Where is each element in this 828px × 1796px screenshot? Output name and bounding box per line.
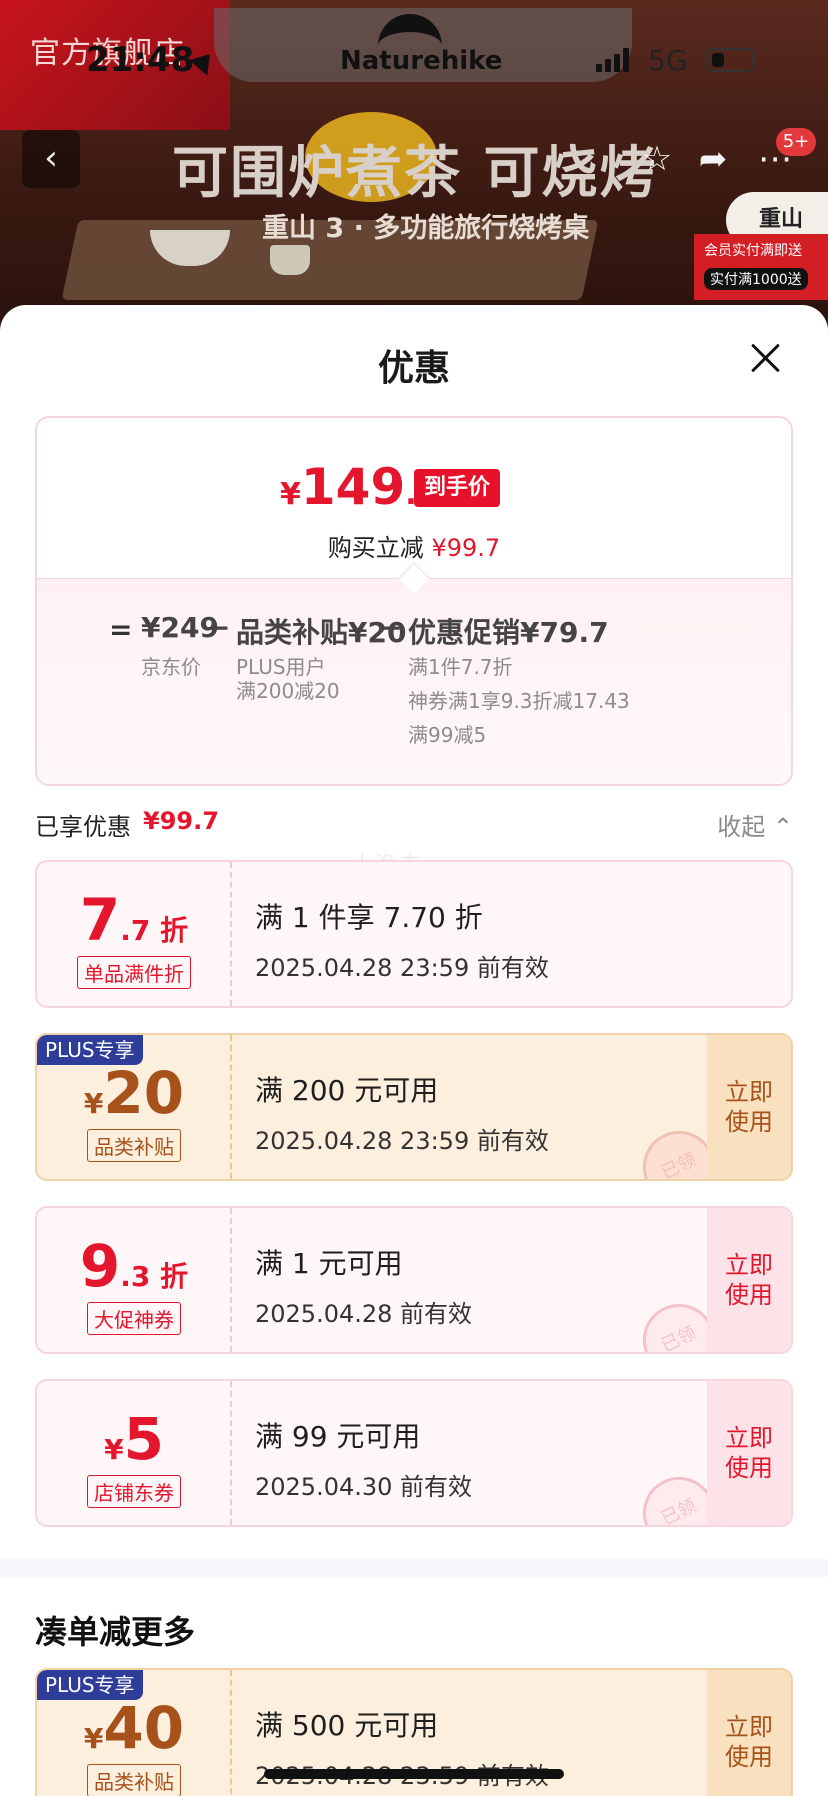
instant-discount-value: ¥99.7 [431,534,501,562]
coupon-divider [230,1208,232,1352]
promo-amount: 优惠促销¥79.7 [408,616,609,649]
coupon-value-area: ¥5 店铺东券 [37,1381,231,1525]
coupon-divider [230,1381,232,1525]
coupon-divider [230,1670,232,1796]
sheet-title: 优惠 [377,348,450,389]
instant-discount-label: 购买立减 [327,534,424,562]
instant-discount: 购买立减 ¥99.7 [37,528,791,563]
summary-top: ¥149.3 到手价 购买立减 ¥99.7 [37,418,791,578]
status-time: 21:48 [86,40,195,80]
plus-badge: PLUS专享 [37,1035,143,1065]
brand-name: Naturehike [340,46,503,76]
coupon-card: ¥20 品类补贴 PLUS专享 满 200 元可用 2025.04.28 23:… [35,1033,793,1181]
enjoyed-value: ¥99.7 [143,807,219,835]
enjoyed-discount-row: 已享优惠 ¥99.7 收起 ⌃ [35,803,793,843]
coupon-value-main: 5 [123,1405,164,1473]
coupon-card: ¥5 店铺东券 满 99 元可用 2025.04.30 前有效 已领 立即 使用 [35,1379,793,1527]
side-promo-line2: 实付满1000送 [704,268,808,290]
product-banner: 官方旗舰店 Naturehike 21:48 5G ‹ 可围炉煮茶 可烧烤 重山… [0,0,828,330]
coupon-condition: 满 99 元可用 [255,1420,421,1453]
use-now-button[interactable]: 立即 使用 [707,1381,791,1525]
coupon-value: 9.3 折 [37,1232,231,1300]
promo-sub2: 神券满1享9.3折减17.43 [408,689,630,713]
banner-headline: 可围炉煮茶 可烧烤 [172,141,658,206]
coupon-value-main: 7 [79,886,121,954]
side-promo-line1: 会员实付满即送 [704,243,802,259]
promo-sub1: 满1件7.7折 [408,655,513,679]
coupon-tag: 大促神券 [37,1302,231,1335]
battery-icon [706,48,754,72]
collapse-label: 收起 [717,813,766,841]
subsidy-sub2: 满200减20 [236,679,340,703]
coupon-value-main: 20 [103,1059,185,1127]
price-summary-card: ¥149.3 到手价 购买立减 ¥99.7 = ¥249 京东价 − 品类补贴¥… [35,416,793,786]
coupon-value: ¥40 [37,1694,231,1762]
subsidy-sub1: PLUS用户 [236,655,326,679]
coupon-value: ¥5 [37,1405,231,1473]
plus-badge: PLUS专享 [37,1670,143,1700]
coupon-value-prefix: ¥ [104,1433,124,1466]
network-label: 5G [648,44,688,77]
more-section-title: 凑单减更多 [35,1613,196,1651]
discount-sheet: 优惠 ¥149.3 到手价 购买立减 ¥99.7 = ¥249 京东价 − 品类… [0,305,828,1796]
base-price-label: 京东价 [141,655,201,679]
coupon-divider [230,862,232,1006]
coupon-value-area: 7.7 折 单品满件折 [37,862,231,1006]
side-promo[interactable]: 会员实付满即送 实付满1000送 [694,234,828,300]
section-divider [0,1559,828,1577]
use-now-button[interactable]: 立即 使用 [707,1670,791,1796]
coupon-condition: 满 1 件享 7.70 折 [255,901,483,934]
minus-sign-2: − [379,611,403,644]
coupon-tag: 品类补贴 [37,1129,231,1162]
minus-sign-1: − [207,611,231,644]
signal-icon [596,48,629,72]
coupon-value: ¥20 [37,1059,231,1127]
coupon-expiry: 2025.04.28 23:59 前有效 [255,1127,549,1155]
back-button[interactable]: ‹ [22,130,80,188]
coupon-expiry: 2025.04.28 23:59 前有效 [255,954,549,982]
final-price-integer: 149 [300,458,406,516]
final-price-tag: 到手价 [414,469,501,507]
coupon-tag-text: 品类补贴 [87,1129,181,1162]
coupon-value-area: 9.3 折 大促神券 [37,1208,231,1352]
coupon-tag: 单品满件折 [37,956,231,989]
share-icon[interactable]: ➦ [690,136,736,182]
coupon-tag-text: 品类补贴 [87,1764,181,1796]
coupon-value-prefix: ¥ [83,1087,104,1120]
coupon-tag: 店铺东券 [37,1475,231,1508]
coupon-condition: 满 1 元可用 [255,1247,403,1280]
coupon-tag: 品类补贴 [37,1764,231,1796]
coupon-value-suffix: .7 折 [120,914,189,947]
coupon-card: 7.7 折 单品满件折 满 1 件享 7.70 折 2025.04.28 23:… [35,860,793,1008]
chevron-up-icon: ⌃ [772,813,793,841]
coupon-value-suffix: .3 折 [120,1260,189,1293]
banner-subline: 重山 3 · 多功能旅行烧烤桌 [262,213,590,244]
enjoyed-label: 已享优惠 [35,813,131,841]
coupon-expiry: 2025.04.28 前有效 [255,1300,473,1328]
coupon-condition: 满 200 元可用 [255,1074,439,1107]
collapse-button[interactable]: 收起 ⌃ [717,807,793,842]
close-icon[interactable] [744,337,788,381]
coupon-value: 7.7 折 [37,886,231,954]
coupon-tag-text: 店铺东券 [87,1475,181,1508]
final-price-currency: ¥ [280,477,301,512]
banner-cup-image [270,245,310,275]
equals-sign: = [109,613,133,646]
use-now-button[interactable]: 立即 使用 [707,1208,791,1352]
coupon-divider [230,1035,232,1179]
home-indicator [264,1769,564,1779]
cart-badge: 5+ [776,128,816,156]
coupon-condition: 满 500 元可用 [255,1709,439,1742]
coupon-value-prefix: ¥ [83,1722,104,1755]
coupon-value-main: 40 [103,1694,185,1762]
star-icon[interactable]: ☆ [634,136,680,182]
coupon-tag-text: 大促神券 [87,1302,181,1335]
coupon-value-main: 9 [79,1232,121,1300]
price-breakdown: = ¥249 京东价 − 品类补贴¥20 PLUS用户 满200减20 − 优惠… [37,578,791,784]
promo-sub3: 满99减5 [408,723,487,747]
coupon-expiry: 2025.04.30 前有效 [255,1473,473,1501]
coupon-card: 9.3 折 大促神券 满 1 元可用 2025.04.28 前有效 已领 立即使… [35,1206,793,1354]
coupon-tag-text: 单品满件折 [77,956,191,989]
use-now-button[interactable]: 立即 使用 [707,1035,791,1179]
